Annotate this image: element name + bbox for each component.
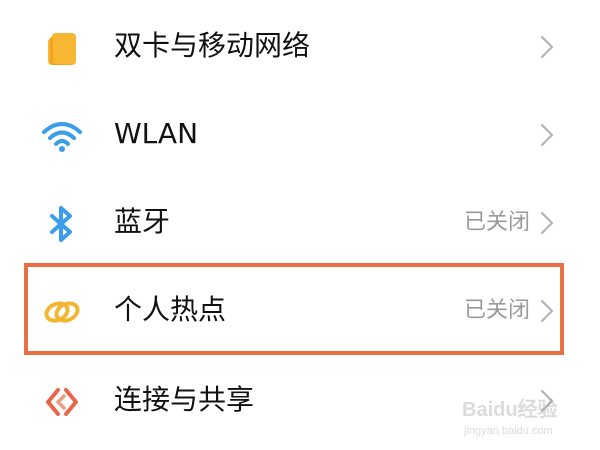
status-text: 已关闭 [463, 298, 530, 323]
sim-card-icon [40, 26, 84, 70]
settings-item-bluetooth[interactable]: 蓝牙 已关闭 [0, 178, 600, 266]
settings-item-label: 蓝牙 [114, 205, 171, 238]
chevron-right-icon [538, 210, 556, 236]
settings-screen: 双卡与移动网络 WLAN 蓝牙 已关闭 个人热点 已关闭 连接与共享 Baidu… [0, 0, 600, 450]
chevron-right-icon [538, 298, 556, 324]
settings-item-label: 双卡与移动网络 [114, 29, 311, 62]
settings-item-label: 个人热点 [114, 293, 227, 326]
wifi-icon [40, 114, 84, 158]
baidu-watermark: Baidu经验 jingyan.baidu.com [458, 392, 588, 442]
watermark-subtext: jingyan.baidu.com [463, 425, 553, 437]
settings-item-label: WLAN [114, 117, 199, 150]
settings-item-wlan[interactable]: WLAN [0, 90, 600, 178]
settings-item-sim-mobile-network[interactable]: 双卡与移动网络 [0, 2, 600, 90]
bluetooth-icon [40, 202, 84, 246]
chevron-right-icon [538, 34, 556, 60]
connection-share-icon [40, 380, 84, 424]
status-text: 已关闭 [463, 210, 530, 235]
watermark-text: Baidu经验 [462, 397, 558, 421]
settings-item-label: 连接与共享 [114, 383, 255, 416]
settings-item-personal-hotspot[interactable]: 个人热点 已关闭 [0, 266, 600, 354]
chevron-right-icon [538, 122, 556, 148]
hotspot-icon [40, 290, 84, 334]
